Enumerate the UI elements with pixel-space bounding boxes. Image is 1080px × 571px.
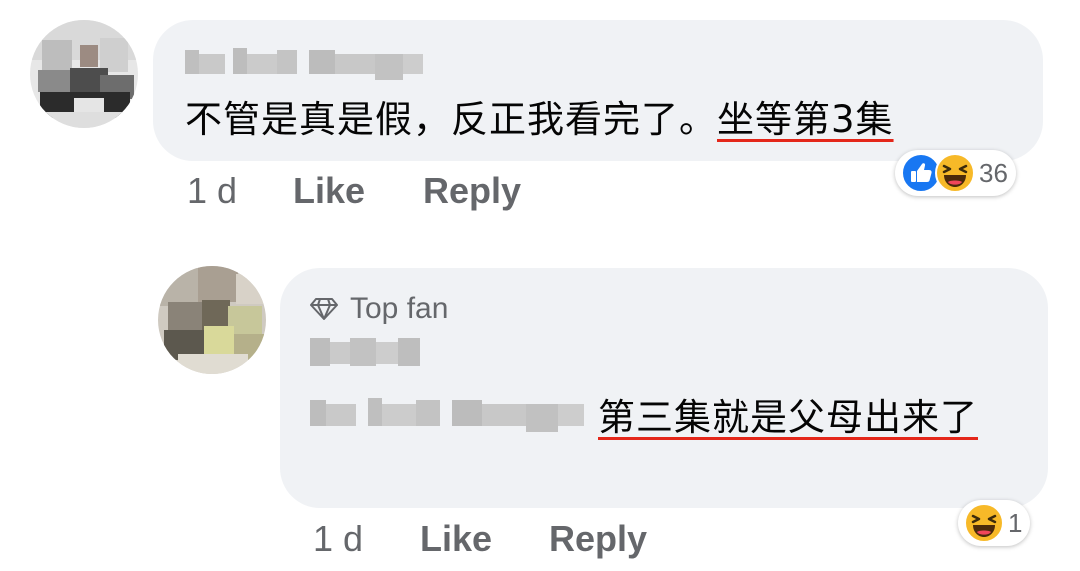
replier-avatar[interactable] <box>158 266 266 374</box>
like-button[interactable]: Like <box>420 518 492 560</box>
commenter-avatar[interactable] <box>30 20 138 128</box>
reply-text: 第三集就是父母出来了 <box>312 390 1002 446</box>
comment-time[interactable]: 1 d <box>187 170 237 212</box>
reply-button[interactable]: Reply <box>423 170 521 212</box>
reply-button[interactable]: Reply <box>549 518 647 560</box>
replier-name[interactable] <box>310 334 422 370</box>
like-button[interactable]: Like <box>293 170 365 212</box>
diamond-icon <box>310 298 338 320</box>
haha-icon <box>935 153 975 193</box>
reaction-count: 36 <box>979 157 1008 188</box>
reply-reactions[interactable]: 1 <box>958 500 1031 546</box>
comment-reactions[interactable]: 36 <box>895 150 1016 196</box>
top-fan-badge: Top fan <box>310 290 448 328</box>
reaction-count: 1 <box>1008 507 1023 538</box>
comment-text-prefix: 不管是真是假，反正我看完了。 <box>185 98 717 141</box>
comment-text: 不管是真是假，反正我看完了。坐等第3集 <box>185 97 894 143</box>
top-fan-label: Top fan <box>350 292 449 325</box>
reply-text-link[interactable]: 第三集就是父母出来了 <box>598 396 978 439</box>
commenter-name[interactable] <box>185 44 425 80</box>
comment-text-link[interactable]: 坐等第3集 <box>717 98 894 141</box>
reply-time[interactable]: 1 d <box>313 518 363 560</box>
haha-icon <box>964 503 1004 543</box>
